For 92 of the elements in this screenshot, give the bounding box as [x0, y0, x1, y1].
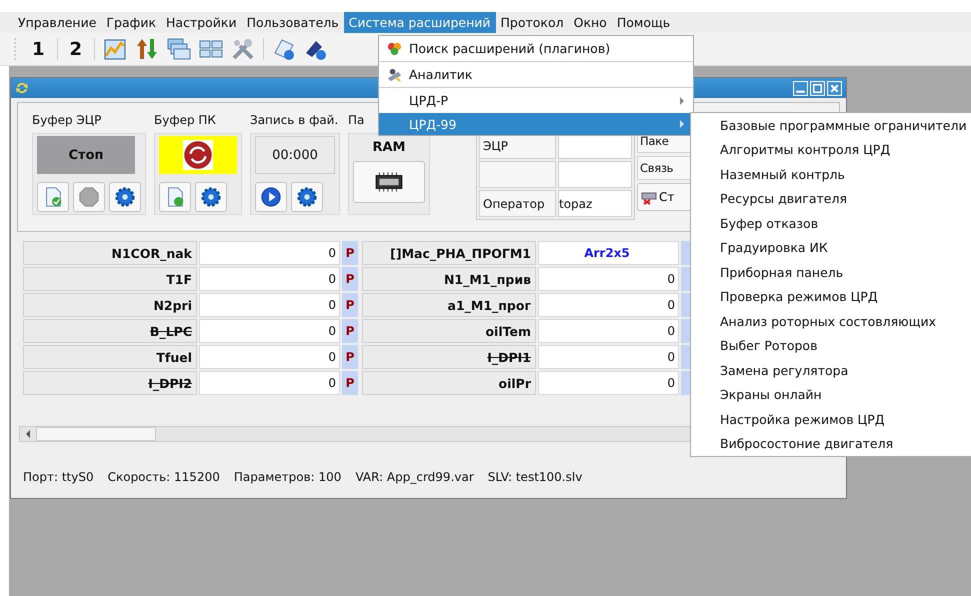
parameter-value: 0	[199, 267, 340, 291]
document-check-button[interactable]	[159, 182, 191, 212]
group-label: Буфер ЭЦР	[32, 113, 102, 129]
menu-item[interactable]: Вибросостоние двигателя	[720, 432, 971, 456]
parameter-value: 0	[199, 319, 340, 343]
menu-item[interactable]: Выбег Роторов	[720, 334, 971, 358]
parameter-name: []Mac_PHA_ПРОГМ1	[362, 241, 536, 265]
parameter-name: N2pri	[23, 293, 197, 317]
menu-bar-item[interactable]: Протокол	[496, 12, 569, 33]
menu-item[interactable]: Буфер отказов	[720, 211, 971, 236]
refresh-icon	[15, 81, 29, 95]
parameter-flag[interactable]: P	[342, 241, 358, 265]
menu-item[interactable]: Алгоритмы контроля ЦРД	[720, 138, 971, 162]
chip-icon	[373, 170, 405, 194]
refresh-icon	[183, 140, 213, 170]
status-text: VAR: App_crd99.var	[355, 470, 474, 484]
menu-bar-item[interactable]: Управление	[13, 12, 102, 33]
parameter-name: oilPr	[362, 371, 536, 395]
gear-button[interactable]	[291, 182, 323, 212]
parameter-name: a1_M1_прог	[362, 293, 536, 317]
parameter-name: N1COR_nak	[23, 241, 197, 265]
tools-icon[interactable]	[231, 37, 256, 61]
parameter-value: 0	[538, 371, 679, 395]
document-check-button[interactable]	[37, 182, 69, 212]
status-text: Параметров: 100	[234, 470, 342, 484]
menu-item[interactable]: ЦРД-Р	[379, 88, 693, 113]
scroll-left-icon[interactable]	[24, 429, 32, 439]
stop-button[interactable]	[73, 182, 105, 212]
menu-item[interactable]: Ресурсы двигателя	[720, 186, 971, 211]
parameter-name: B_LPC	[23, 319, 197, 343]
memory-label: RAM	[372, 140, 406, 155]
toolbar-button[interactable]: 1	[28, 38, 49, 60]
parameter-value: 0	[199, 371, 340, 395]
menu-item[interactable]: Анализ роторных состовляющих	[720, 309, 971, 334]
menu-bar-item[interactable]: Окно	[568, 12, 612, 33]
parameter-name: I_DPI2	[23, 371, 197, 395]
menu-item[interactable]: Замена регулятора	[720, 358, 971, 382]
menu-item[interactable]: Градуировка ИК	[720, 236, 971, 260]
menu-item[interactable]: Базовые программные ограничители	[720, 113, 971, 138]
menu-bar-item[interactable]: Система расширений	[344, 12, 496, 33]
maximize-button[interactable]	[810, 80, 825, 96]
status-text: Порт: ttyS0	[23, 470, 94, 484]
toolbar-button[interactable]: 2	[66, 38, 86, 60]
menu-item[interactable]: Наземный контрль	[720, 162, 971, 186]
parameter-value: Arr2x5	[538, 241, 679, 265]
parameter-flag[interactable]: P	[342, 319, 358, 343]
parameter-flag[interactable]: P	[342, 293, 358, 317]
status-text: SLV: test100.slv	[488, 470, 582, 484]
arrows-icon[interactable]	[135, 37, 160, 61]
scrollbar-thumb[interactable]	[36, 427, 156, 441]
status-text: Скорость: 115200	[108, 470, 220, 484]
menu-bar-item[interactable]: Пользователь	[242, 12, 344, 33]
play-button[interactable]	[255, 182, 287, 212]
menu-item[interactable]: Настройка режимов ЦРД	[720, 407, 971, 432]
menu-item[interactable]: Поиск расширений (плагинов)	[379, 36, 693, 62]
menu-item[interactable]: Аналитик	[379, 62, 693, 88]
parameter-value: 0	[538, 319, 679, 343]
parameter-value: 0	[199, 241, 340, 265]
menu-bar-item[interactable]: Настройки	[161, 12, 242, 33]
info-label: Оператор	[479, 190, 556, 217]
parameter-flag[interactable]: P	[342, 345, 358, 369]
menu-item[interactable]: Экраны онлайн	[720, 382, 971, 407]
close-button[interactable]	[827, 80, 842, 96]
parameter-name: T1F	[23, 267, 197, 291]
menu-bar-item[interactable]: График	[101, 12, 162, 33]
status-indicator: Стоп	[37, 136, 135, 174]
gear-button[interactable]	[195, 182, 227, 212]
windows-icon[interactable]	[167, 37, 192, 61]
menu-item[interactable]: Приборная панель	[720, 260, 971, 284]
menu-item[interactable]: Проверка режимов ЦРД	[720, 284, 971, 309]
menu-bar-item[interactable]: Помощь	[612, 12, 676, 33]
timer-display: 00:000	[255, 136, 335, 174]
group-label: Запись в фай.	[250, 113, 340, 129]
puzzle-icon	[387, 41, 402, 56]
parameter-value: 0	[538, 293, 679, 317]
minimize-button[interactable]	[793, 80, 808, 96]
parameter-value: 0	[538, 345, 679, 369]
parameter-name: N1_M1_прив	[362, 267, 536, 291]
parameter-name: Tfuel	[23, 345, 197, 369]
gear-button[interactable]	[109, 182, 141, 212]
chart-icon[interactable]	[103, 37, 128, 61]
group-label: Буфер ПК	[154, 113, 217, 129]
parameter-flag[interactable]: P	[342, 267, 358, 291]
parameter-name: I_DPI1	[362, 345, 536, 369]
parameter-value: 0	[538, 267, 679, 291]
parameter-value: 0	[199, 293, 340, 317]
parameter-value: 0	[199, 345, 340, 369]
menu-item[interactable]: ЦРД-99	[379, 113, 693, 135]
parameter-flag[interactable]: P	[342, 371, 358, 395]
parameter-name: oilTem	[362, 319, 536, 343]
info-value: topaz	[558, 190, 632, 217]
chip-button[interactable]	[353, 161, 425, 203]
